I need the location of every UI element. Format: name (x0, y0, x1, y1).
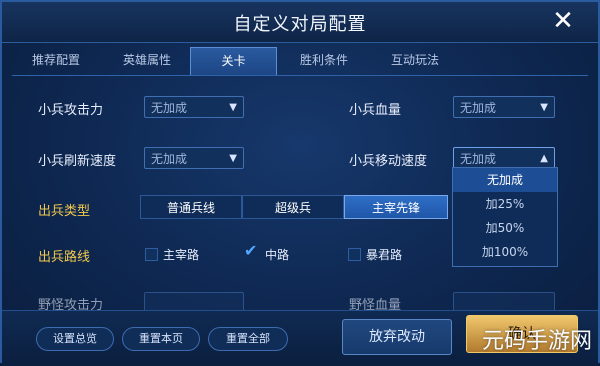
chevron-down-icon: ▼ (229, 102, 237, 113)
tab-levels[interactable]: 关卡 (190, 47, 277, 75)
close-icon[interactable]: ✕ (550, 8, 576, 34)
tab-interactive-play[interactable]: 互动玩法 (370, 47, 460, 74)
segment-normal-lane[interactable]: 普通兵线 (140, 195, 242, 219)
tab-victory-conditions[interactable]: 胜利条件 (280, 47, 368, 74)
segment-overlord-vanguard[interactable]: 主宰先锋 (344, 195, 448, 219)
checkmark-icon[interactable]: ✔ (244, 241, 257, 260)
option-no-bonus[interactable]: 无加成 (453, 168, 557, 192)
tab-recommended[interactable]: 推荐配置 (12, 47, 100, 74)
select-minion-attack[interactable]: 无加成 ▼ (144, 96, 244, 118)
reset-page-button[interactable]: 重置本页 (122, 327, 200, 351)
select-minion-move[interactable]: 无加成 ▲ (453, 147, 555, 169)
option-plus-100[interactable]: 加100% (453, 240, 557, 264)
discard-changes-button[interactable]: 放弃改动 (342, 319, 452, 355)
label-minion-lane: 出兵路线 (38, 250, 91, 265)
title-bar: 自定义对局配置 ✕ (2, 2, 598, 43)
label-minion-hp: 小兵血量 (349, 103, 402, 118)
checkbox-middle-lane-label: 中路 (265, 248, 290, 262)
chevron-down-icon: ▼ (229, 153, 237, 164)
select-minion-hp[interactable]: 无加成 ▼ (453, 96, 555, 118)
checkbox-overlord-lane-label: 主宰路 (163, 248, 200, 262)
checkbox-overlord-lane[interactable] (145, 248, 158, 261)
checkbox-tyrant-lane[interactable] (348, 248, 361, 261)
checkbox-tyrant-lane-label: 暴君路 (366, 248, 403, 262)
tab-bar: 推荐配置 英雄属性 关卡 胜利条件 互动玩法 (12, 47, 588, 76)
option-plus-50[interactable]: 加50% (453, 216, 557, 240)
settings-overview-button[interactable]: 设置总览 (36, 327, 114, 351)
tab-hero-attributes[interactable]: 英雄属性 (100, 47, 194, 74)
site-watermark: 元码手游网 (481, 329, 592, 354)
page-title: 自定义对局配置 (233, 14, 367, 35)
label-minion-refresh: 小兵刷新速度 (38, 154, 117, 169)
select-minion-refresh[interactable]: 无加成 ▼ (144, 147, 244, 169)
option-plus-25[interactable]: 加25% (453, 192, 557, 216)
select-minion-hp-value: 无加成 (460, 101, 497, 115)
game-config-panel: 自定义对局配置 ✕ 推荐配置 英雄属性 关卡 胜利条件 互动玩法 小兵攻击力 无… (0, 0, 600, 366)
label-minion-move: 小兵移动速度 (349, 154, 428, 169)
select-minion-refresh-value: 无加成 (151, 152, 188, 166)
label-minion-type: 出兵类型 (38, 204, 91, 219)
select-minion-move-value: 无加成 (460, 152, 497, 166)
chevron-down-icon: ▼ (540, 102, 548, 113)
select-minion-attack-value: 无加成 (151, 101, 188, 115)
reset-all-button[interactable]: 重置全部 (208, 327, 288, 351)
move-speed-dropdown: 无加成 加25% 加50% 加100% (452, 167, 558, 267)
label-minion-attack: 小兵攻击力 (38, 103, 104, 118)
segment-super-minion[interactable]: 超级兵 (242, 195, 344, 219)
